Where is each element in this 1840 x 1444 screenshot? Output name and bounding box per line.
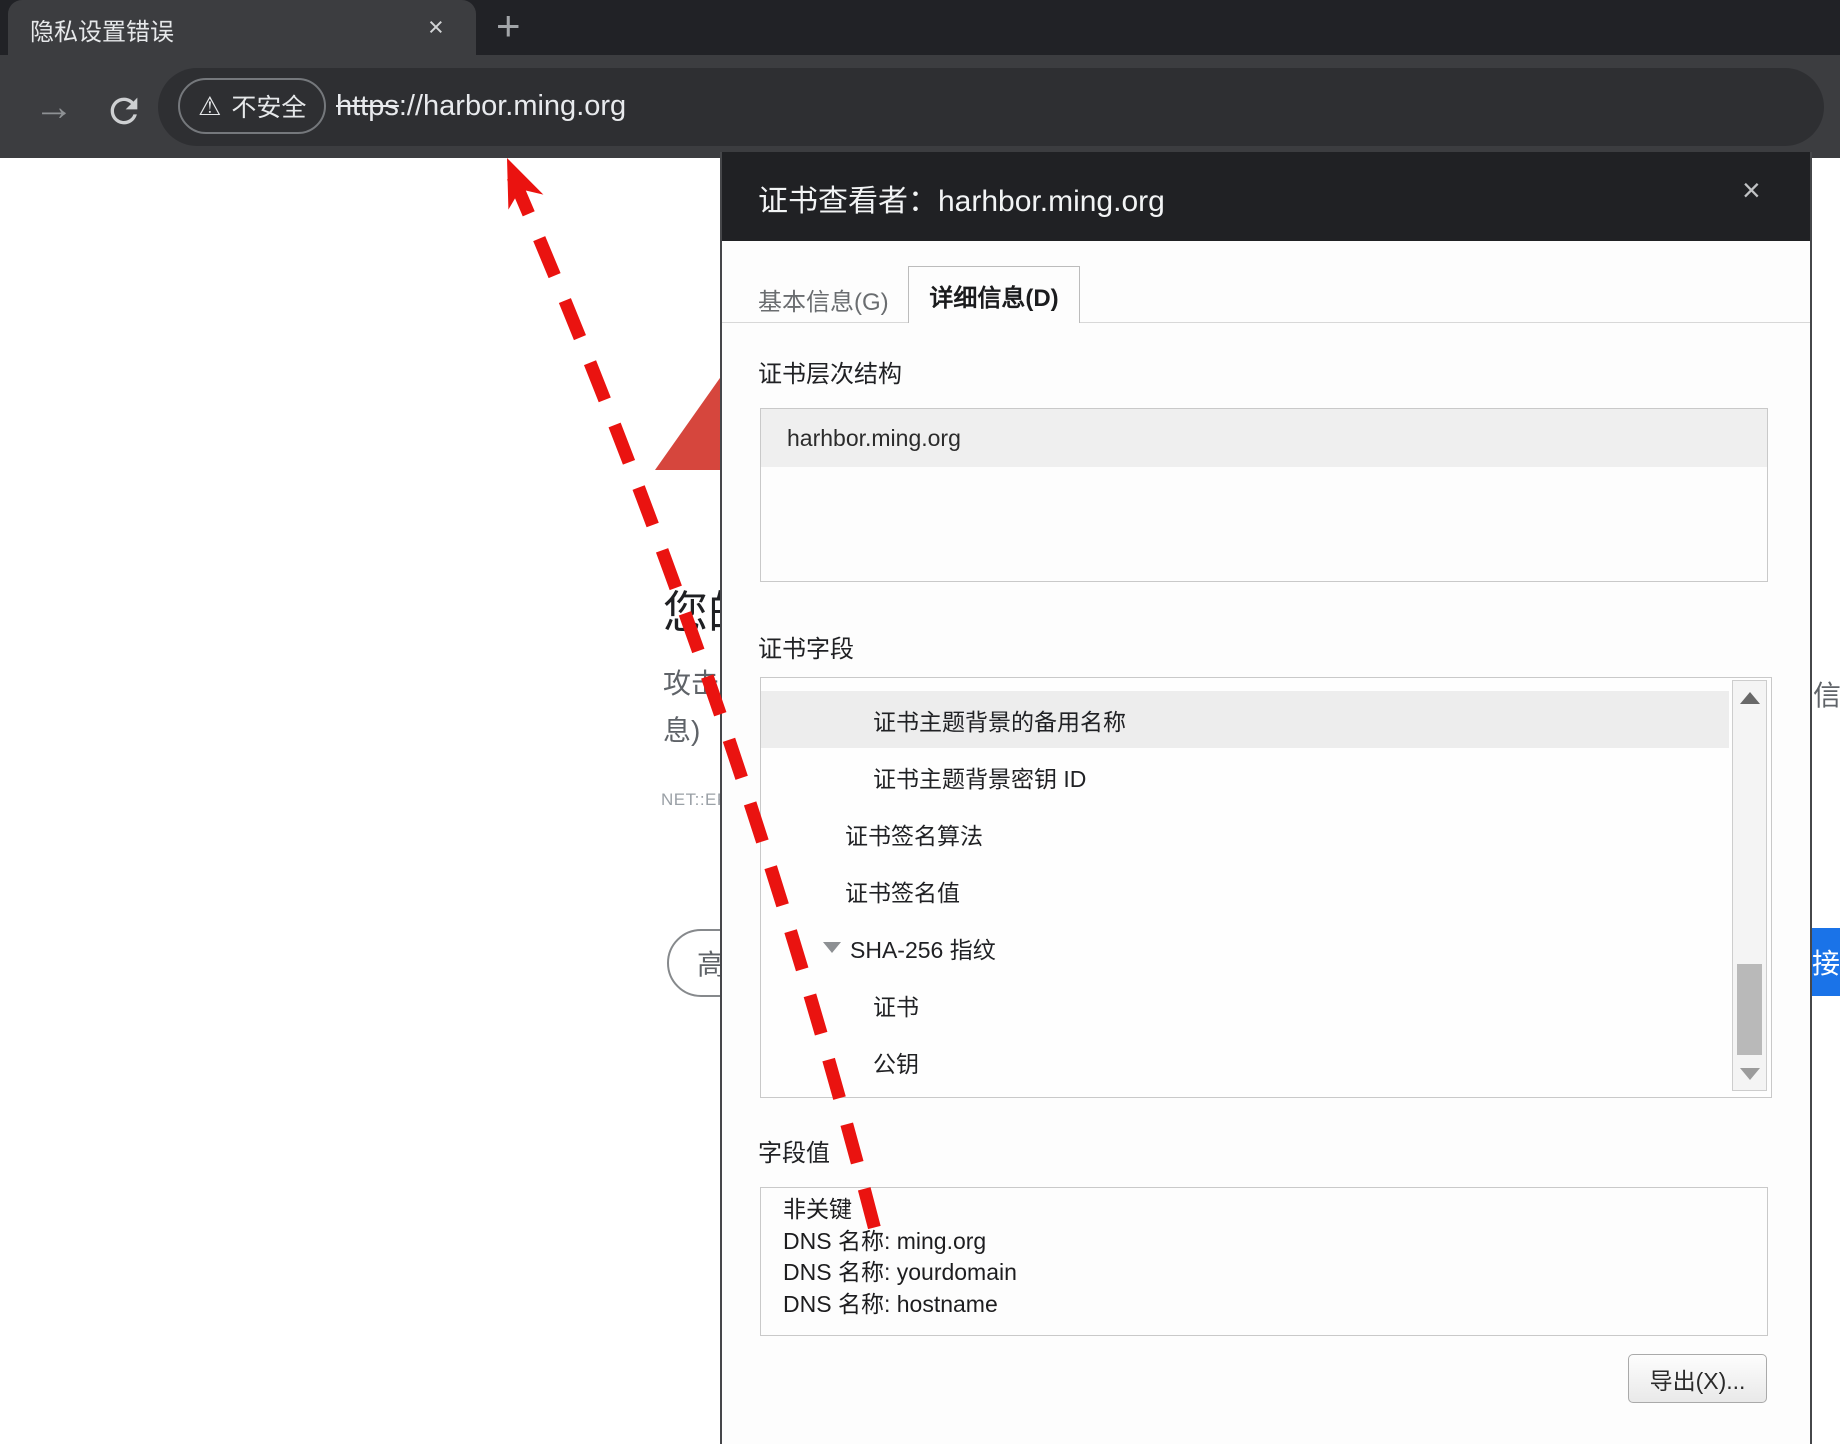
hierarchy-item[interactable]: harhbor.ming.org bbox=[761, 409, 1767, 467]
scrollbar-thumb[interactable] bbox=[1737, 964, 1762, 1055]
dialog-title: 证书查看者：harhbor.ming.org bbox=[758, 176, 1165, 220]
new-tab-icon[interactable]: + bbox=[496, 2, 521, 50]
field-value-section-label: 字段值 bbox=[758, 1133, 830, 1168]
tab-title: 隐私设置错误 bbox=[30, 12, 174, 47]
screen: 隐私设置错误 × + → ⚠ 不安全 https://harbor.ming.o… bbox=[0, 0, 1840, 1444]
hierarchy-section-label: 证书层次结构 bbox=[758, 354, 902, 389]
field-row-subject-alt-name[interactable]: 证书主题背景的备用名称 bbox=[761, 691, 1729, 748]
error-paragraph-right-fragment: 信 bbox=[1813, 674, 1840, 714]
browser-tab[interactable]: 隐私设置错误 × bbox=[8, 0, 476, 55]
address-bar[interactable]: ⚠ 不安全 https://harbor.ming.org bbox=[158, 68, 1824, 146]
field-row-subject-key-id[interactable]: 证书主题背景密钥 ID bbox=[761, 748, 1729, 805]
field-row-public-key[interactable]: 公钥 bbox=[761, 1033, 1729, 1090]
field-row-certificate[interactable]: 证书 bbox=[761, 976, 1729, 1033]
forward-icon[interactable]: → bbox=[34, 85, 74, 130]
expander-triangle-icon[interactable] bbox=[823, 942, 841, 953]
tab-details[interactable]: 详细信息(D) bbox=[908, 266, 1080, 323]
field-row-sha256-label: SHA-256 指纹 bbox=[850, 931, 996, 965]
back-to-safety-button[interactable]: 接 bbox=[1812, 928, 1840, 996]
tab-general-info[interactable]: 基本信息(G) bbox=[758, 282, 889, 317]
warning-icon: ⚠ bbox=[198, 91, 221, 122]
field-row-signature-value[interactable]: 证书签名值 bbox=[761, 862, 1729, 919]
certificate-viewer-dialog: 证书查看者：harhbor.ming.org × 基本信息(G) 详细信息(D)… bbox=[720, 152, 1812, 1444]
export-button[interactable]: 导出(X)... bbox=[1628, 1354, 1767, 1403]
field-value-line-critical: 非关键 bbox=[783, 1194, 1767, 1226]
error-code-fragment: NET::ER bbox=[661, 790, 720, 812]
tab-divider bbox=[722, 322, 1810, 323]
certificate-fields-box: 证书主题背景的备用名称 证书主题背景密钥 ID 证书签名算法 证书签名值 SHA… bbox=[760, 677, 1772, 1098]
browser-toolbar: → ⚠ 不安全 https://harbor.ming.org bbox=[0, 55, 1840, 158]
certificate-fields-list: 证书主题背景的备用名称 证书主题背景密钥 ID 证书签名算法 证书签名值 SHA… bbox=[761, 691, 1729, 1090]
url-scheme: https bbox=[336, 90, 399, 122]
security-chip[interactable]: ⚠ 不安全 bbox=[178, 78, 326, 134]
field-value-line-dns1: DNS 名称: ming.org bbox=[783, 1226, 1767, 1258]
security-chip-label: 不安全 bbox=[231, 88, 306, 124]
field-row-sha256-fingerprint[interactable]: SHA-256 指纹 bbox=[761, 919, 1729, 976]
dialog-header: 证书查看者：harhbor.ming.org × bbox=[722, 152, 1810, 241]
url-text[interactable]: https://harbor.ming.org bbox=[336, 68, 626, 146]
error-paragraph-line2: 息) bbox=[663, 707, 720, 754]
field-value-line-dns2: DNS 名称: yourdomain bbox=[783, 1257, 1767, 1289]
tab-bar: 隐私设置错误 × + bbox=[0, 0, 1840, 55]
error-paragraph-line1: 攻击 bbox=[663, 660, 720, 707]
arrowhead-icon bbox=[507, 158, 543, 210]
dialog-close-icon[interactable]: × bbox=[1742, 172, 1761, 209]
back-to-safety-label-fragment: 接 bbox=[1812, 942, 1840, 982]
tab-close-icon[interactable]: × bbox=[428, 10, 444, 44]
error-paragraph-fragment: 攻击 息) bbox=[663, 660, 720, 760]
reload-icon[interactable] bbox=[104, 91, 144, 131]
scrollbar-up-arrow-icon[interactable] bbox=[1740, 692, 1760, 704]
fields-section-label: 证书字段 bbox=[758, 629, 854, 664]
export-button-label: 导出(X)... bbox=[1650, 1362, 1746, 1396]
url-rest: ://harbor.ming.org bbox=[399, 90, 626, 122]
scrollbar-down-arrow-icon[interactable] bbox=[1740, 1068, 1760, 1080]
error-heading-fragment: 您的 bbox=[663, 576, 720, 638]
fields-scrollbar[interactable] bbox=[1732, 680, 1767, 1091]
field-value-line-dns3: DNS 名称: hostname bbox=[783, 1289, 1767, 1321]
certificate-hierarchy-box: harhbor.ming.org bbox=[760, 408, 1768, 582]
field-value-box: 非关键 DNS 名称: ming.org DNS 名称: yourdomain … bbox=[760, 1187, 1768, 1336]
field-row-signature-algorithm[interactable]: 证书签名算法 bbox=[761, 805, 1729, 862]
